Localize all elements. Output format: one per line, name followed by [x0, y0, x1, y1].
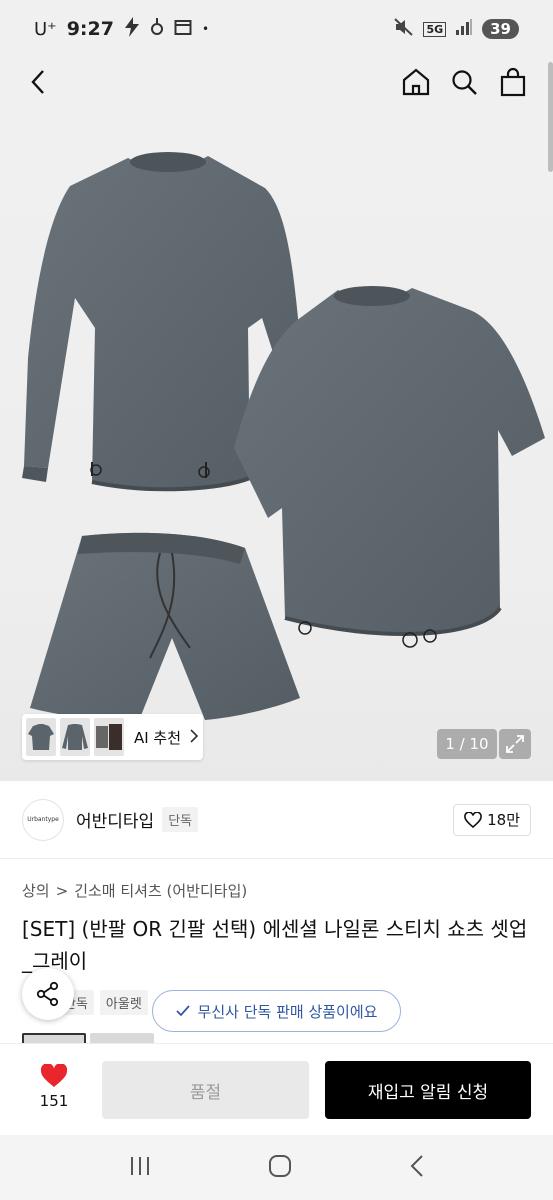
breadcrumb-category[interactable]: 상의: [22, 880, 50, 901]
carrier-label: U⁺: [34, 18, 57, 40]
brand-like-count: 18만: [487, 811, 520, 829]
heart-filled-icon: [40, 1064, 68, 1087]
ai-recommend-strip[interactable]: AI 추천: [22, 714, 203, 760]
breadcrumb-separator: >: [55, 881, 69, 900]
expand-icon: [506, 735, 524, 753]
product-photo: [22, 152, 545, 720]
product-image-gallery[interactable]: AI 추천 1 / 10: [0, 58, 553, 781]
breadcrumb-subcategory[interactable]: 긴소매 티셔츠 (어반디타입): [74, 880, 247, 901]
share-icon: [36, 981, 59, 1007]
back-nav-icon: [410, 1154, 423, 1177]
network-type: 5G: [423, 21, 447, 37]
wishlist-count: 151: [39, 1092, 69, 1110]
bottom-action-bar: 151 품절 재입고 알림 신청: [0, 1043, 553, 1135]
back-nav-button[interactable]: [409, 1154, 425, 1182]
recent-apps-icon: [130, 1156, 149, 1175]
notification-dot: •: [201, 22, 210, 36]
clock: 9:27: [66, 18, 114, 40]
brand-logo[interactable]: Urbantype: [22, 798, 64, 841]
breadcrumb: 상의 > 긴소매 티셔츠 (어반디타입): [22, 880, 247, 901]
product-title: [SET] (반팔 OR 긴팔 선택) 에센셜 나일론 스티치 쇼츠 셋업_그레…: [22, 917, 528, 973]
recommend-thumbnail[interactable]: [26, 718, 56, 756]
signal-icon: [455, 19, 473, 39]
wishlist-button[interactable]: 151: [28, 1064, 80, 1110]
status-bar: U⁺ 9:27 • 5G 39: [0, 0, 553, 58]
mute-icon: [394, 18, 414, 40]
app-notification-icon: [150, 17, 164, 41]
home-circle-icon: [269, 1154, 292, 1177]
exclusive-notice-pill[interactable]: 무신사 단독 판매 상품이에요: [152, 990, 401, 1032]
expand-image-button[interactable]: [499, 729, 531, 759]
system-navigation-bar: [0, 1135, 553, 1200]
product-tag: 아울렛: [99, 990, 148, 1015]
shorts: [30, 532, 300, 720]
charging-icon: [124, 16, 140, 42]
check-icon: [175, 1005, 190, 1017]
short-sleeve-tee: [234, 286, 545, 648]
calendar-icon: [174, 18, 192, 41]
brand-exclusive-tag: 단독: [162, 807, 199, 832]
soldout-button[interactable]: 품절: [102, 1061, 309, 1119]
recommend-thumbnail[interactable]: [59, 718, 90, 756]
heart-outline-icon: [464, 811, 482, 828]
battery-level: 39: [482, 19, 519, 39]
brand-row: Urbantype 어반디타입 단독 18만: [0, 781, 553, 859]
brand-name[interactable]: 어반디타입: [76, 807, 154, 832]
recommend-thumbnail[interactable]: [93, 718, 124, 756]
ai-recommend-label: AI 추천: [133, 728, 182, 747]
chevron-right-icon: [189, 728, 199, 747]
restock-alert-button[interactable]: 재입고 알림 신청: [325, 1061, 531, 1119]
home-nav-button[interactable]: [267, 1153, 293, 1183]
share-button[interactable]: [22, 968, 74, 1020]
brand-logo-text: Urbantype: [27, 816, 59, 823]
exclusive-notice-text: 무신사 단독 판매 상품이에요: [197, 1002, 378, 1021]
recent-apps-button[interactable]: [128, 1155, 152, 1181]
brand-like-button[interactable]: 18만: [453, 803, 531, 836]
image-page-counter: 1 / 10: [437, 729, 497, 759]
